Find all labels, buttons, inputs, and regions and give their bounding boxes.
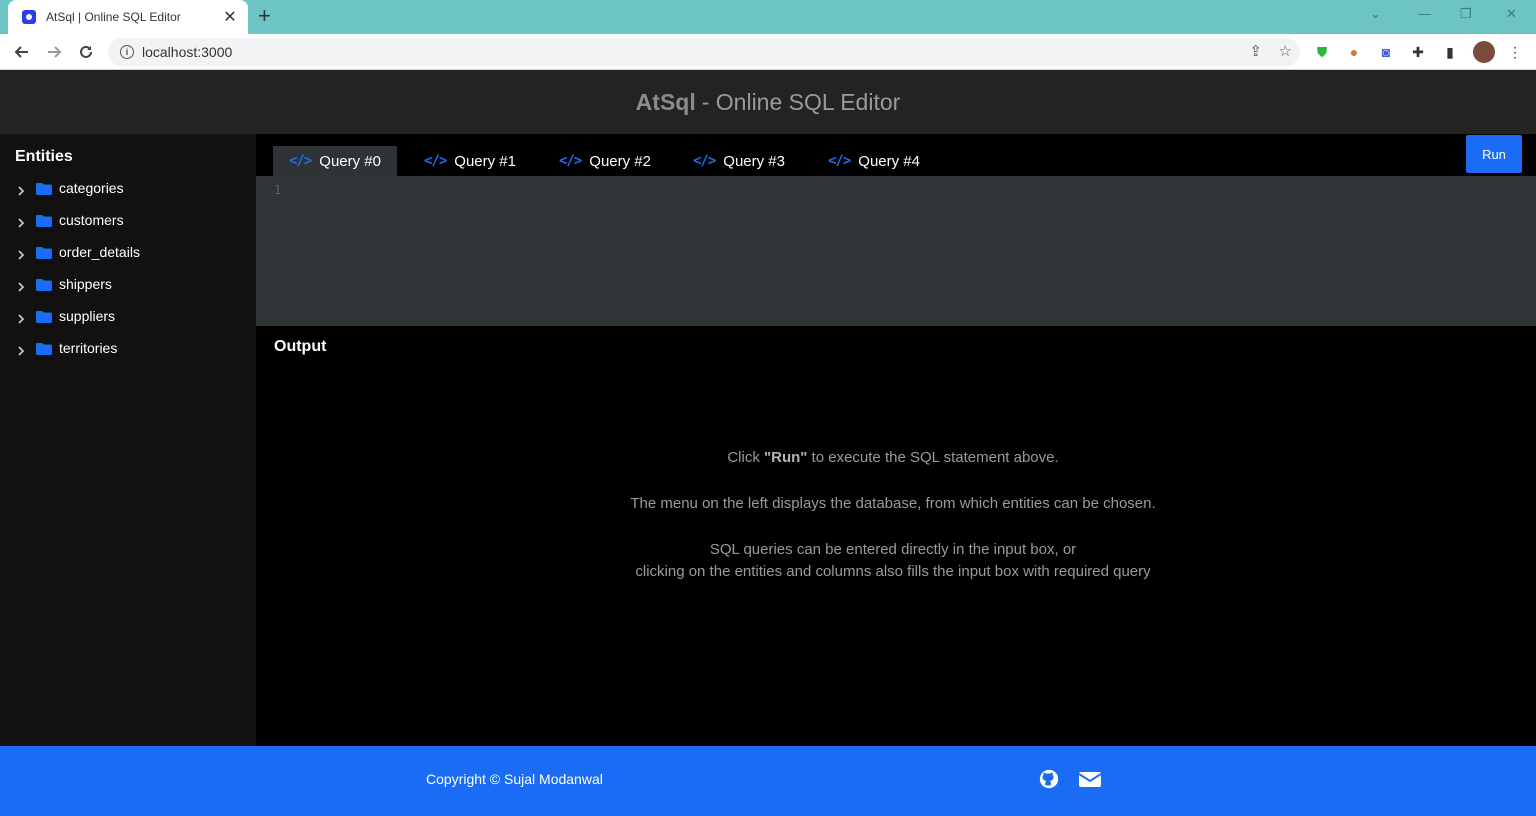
entity-label: suppliers	[59, 308, 116, 324]
entity-label: shippers	[59, 276, 112, 292]
chevron-right-icon[interactable]	[16, 247, 26, 260]
hint-run-prefix: Click	[727, 449, 764, 466]
hint-menu: The menu on the left displays the databa…	[630, 495, 1156, 512]
hint-queries-line1: SQL queries can be entered directly in t…	[709, 541, 1077, 558]
app-header: AtSql - Online SQL Editor	[0, 70, 1536, 134]
extension-face-icon[interactable]: ●	[1345, 43, 1363, 61]
chevron-right-icon[interactable]	[16, 343, 26, 356]
query-tabs-bar: </> Query #0 </> Query #1 </> Query #2 </> Quer…	[256, 134, 1536, 176]
folder-icon	[36, 246, 52, 259]
bookmark-star-icon[interactable]: ☆	[1279, 42, 1292, 60]
tab-label: Query #2	[589, 152, 651, 170]
entity-label: customers	[59, 212, 124, 228]
entities-sidebar: Entities categories customers order_detail…	[0, 134, 256, 746]
mail-icon[interactable]	[1078, 768, 1102, 792]
output-panel: Output Click "Run" to execute the SQL st…	[256, 326, 1536, 746]
entity-item-customers[interactable]: customers	[16, 210, 124, 230]
entity-item-shippers[interactable]: shippers	[16, 274, 112, 294]
entity-item-territories[interactable]: territories	[16, 338, 117, 358]
code-icon: </>	[424, 153, 447, 169]
chevron-right-icon[interactable]	[16, 311, 26, 324]
tab-query-0[interactable]: </> Query #0	[273, 146, 397, 176]
tab-label: Query #0	[319, 152, 381, 170]
folder-icon	[36, 278, 52, 291]
code-icon: </>	[559, 153, 582, 169]
folder-icon	[36, 214, 52, 227]
entity-item-categories[interactable]: categories	[16, 178, 124, 198]
entity-label: categories	[59, 180, 124, 196]
browser-toolbar: i localhost:3000 ⇪ ☆ ⛊ ● ◙ ✚ ▮ ⋮	[0, 34, 1536, 70]
tab-label: Query #1	[454, 152, 516, 170]
tab-label: Query #3	[723, 152, 785, 170]
info-icon[interactable]: i	[120, 45, 134, 59]
run-button[interactable]: Run	[1466, 135, 1522, 173]
address-bar[interactable]: i localhost:3000 ⇪ ☆	[108, 38, 1300, 66]
output-title: Output	[274, 338, 327, 355]
minimize-button[interactable]: —	[1418, 6, 1431, 21]
folder-icon	[36, 310, 52, 323]
browser-tab-title: AtSql | Online SQL Editor	[46, 10, 181, 24]
code-icon: </>	[289, 153, 312, 169]
entity-label: territories	[59, 340, 118, 356]
footer: Copyright © Sujal Modanwal	[0, 746, 1536, 816]
sidebar-title: Entities	[15, 148, 73, 165]
sql-editor[interactable]: 1	[256, 176, 1536, 326]
url-text: localhost:3000	[142, 44, 233, 60]
forward-arrow-icon[interactable]	[42, 40, 66, 64]
screen-capture-icon[interactable]: ◙	[1377, 43, 1395, 61]
app-subtitle: - Online SQL Editor	[701, 88, 901, 115]
github-icon[interactable]	[1038, 768, 1062, 792]
new-tab-button[interactable]: +	[258, 5, 271, 27]
share-icon[interactable]: ⇪	[1249, 42, 1262, 60]
back-arrow-icon[interactable]	[10, 40, 34, 64]
folder-icon	[36, 182, 52, 195]
chevron-right-icon[interactable]	[16, 215, 26, 228]
copyright-text: Copyright © Sujal Modanwal	[426, 771, 603, 787]
entity-label: order_details	[59, 244, 140, 260]
code-icon: </>	[828, 153, 851, 169]
chevron-right-icon[interactable]	[16, 183, 26, 196]
tab-query-1[interactable]: </> Query #1	[408, 146, 532, 176]
tab-close-icon[interactable]: ✕	[222, 7, 238, 27]
maximize-button[interactable]: ❐	[1460, 6, 1472, 22]
browser-tabstrip: AtSql | Online SQL Editor ✕ + ⌄ — ❐ ✕	[0, 0, 1536, 34]
chevron-right-icon[interactable]	[16, 279, 26, 292]
line-number: 1	[274, 183, 282, 197]
shield-extension-icon[interactable]: ⛊	[1313, 43, 1331, 61]
tab-query-4[interactable]: </> Query #4	[812, 146, 936, 176]
hint-run-suffix: to execute the SQL statement above.	[807, 449, 1059, 466]
side-panel-icon[interactable]: ▮	[1441, 43, 1459, 61]
tab-query-3[interactable]: </> Query #3	[677, 146, 801, 176]
tab-query-2[interactable]: </> Query #2	[543, 146, 667, 176]
menu-kebab-icon[interactable]: ⋮	[1506, 43, 1524, 61]
code-icon: </>	[693, 153, 716, 169]
puzzle-extensions-icon[interactable]: ✚	[1409, 43, 1427, 61]
entity-item-suppliers[interactable]: suppliers	[16, 306, 115, 326]
folder-icon	[36, 342, 52, 355]
hint-queries-line2: clicking on the entities and columns als…	[635, 563, 1151, 580]
tab-label: Query #4	[858, 152, 920, 170]
hint-run: Click "Run" to execute the SQL statement…	[256, 449, 1530, 466]
brand-name: AtSql	[635, 88, 696, 115]
avatar[interactable]	[1473, 41, 1495, 63]
favicon-icon	[22, 10, 36, 24]
chevron-down-icon[interactable]: ⌄	[1370, 6, 1381, 22]
window-close-button[interactable]: ✕	[1506, 6, 1517, 22]
entity-item-order-details[interactable]: order_details	[16, 242, 140, 262]
reload-icon[interactable]	[74, 40, 98, 64]
hint-run-bold: "Run"	[764, 449, 808, 466]
browser-tab[interactable]: AtSql | Online SQL Editor ✕	[8, 0, 248, 34]
